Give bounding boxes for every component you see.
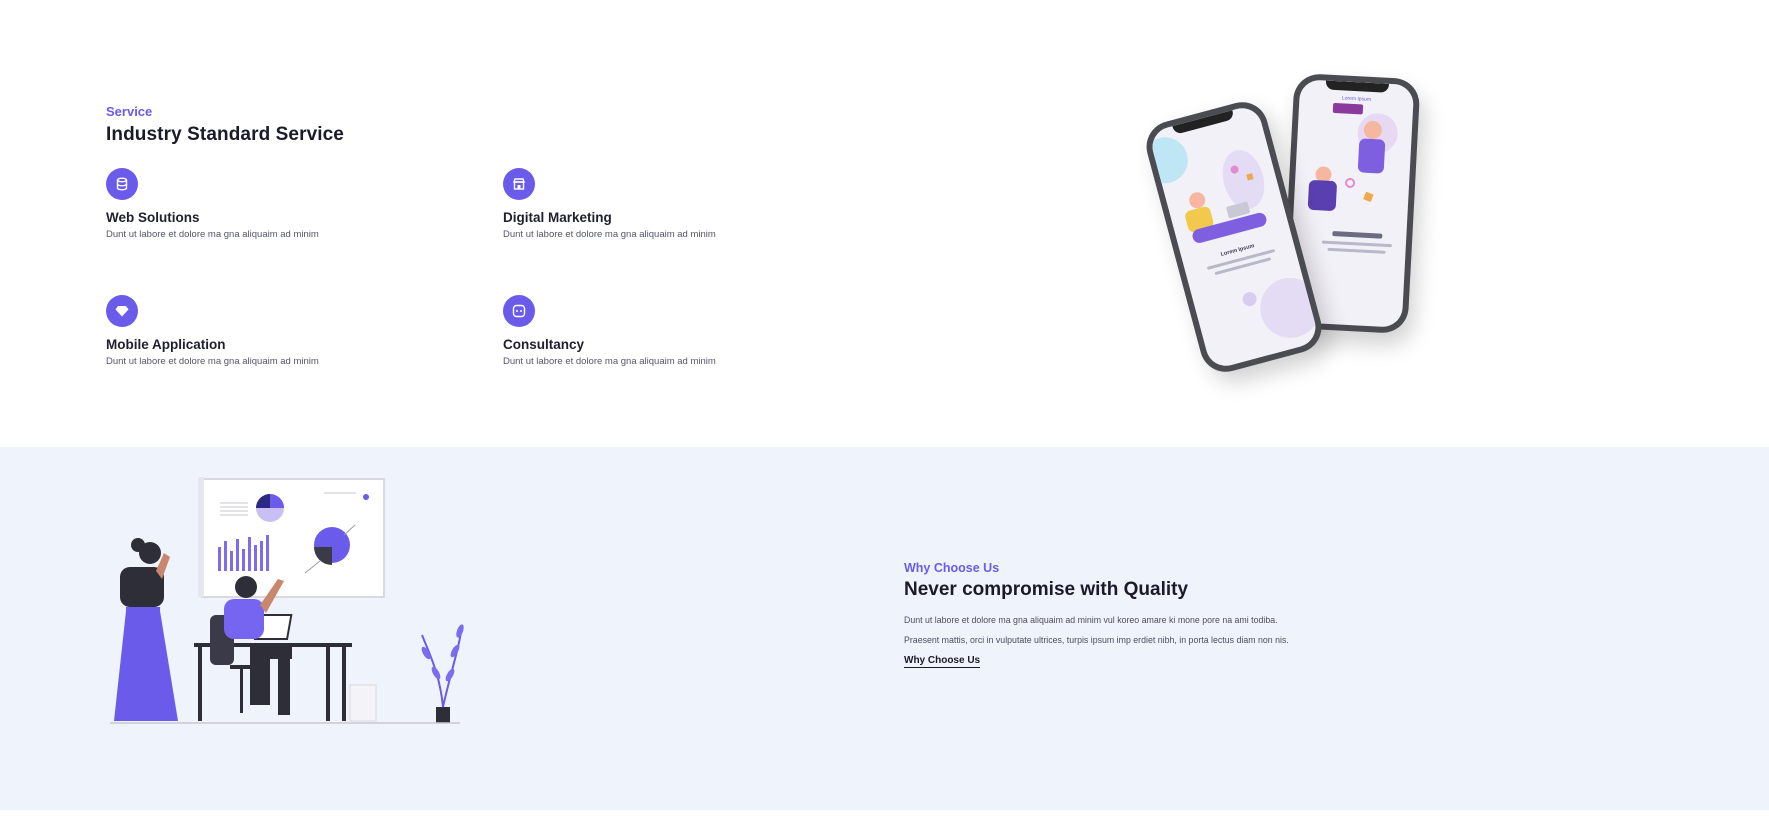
why-content: Why Choose Us Never compromise with Qual… [904, 561, 1289, 668]
why-choose-us-section: Why Choose Us Never compromise with Qual… [0, 447, 1769, 810]
office-illustration [100, 475, 480, 735]
why-title: Never compromise with Quality [904, 579, 1189, 600]
service-item-title: Mobile Application [106, 337, 226, 352]
why-eyebrow: Why Choose Us [904, 561, 1000, 575]
store-icon [503, 168, 535, 200]
service-item-consultancy: Consultancy Dunt ut labore et dolore ma … [503, 295, 883, 367]
service-item-desc: Dunt ut labore et dolore ma gna aliquaim… [106, 229, 319, 240]
why-paragraph-2: Praesent mattis, orci in vulputate ultri… [904, 635, 1289, 645]
service-item-title: Web Solutions [106, 210, 200, 225]
service-item-mobile-application: Mobile Application Dunt ut labore et dol… [106, 295, 486, 367]
database-icon [106, 168, 138, 200]
phones-illustration: Lorem Ipsum Lorem Ipsum [1140, 70, 1421, 390]
service-item-title: Digital Marketing [503, 210, 612, 225]
service-eyebrow: Service [106, 104, 153, 119]
service-section: Service Industry Standard Service Web So… [0, 0, 1769, 447]
service-title: Industry Standard Service [106, 124, 344, 145]
diamond-icon [106, 295, 138, 327]
chat-icon [503, 295, 535, 327]
service-item-title: Consultancy [503, 337, 585, 352]
service-item-desc: Dunt ut labore et dolore ma gna aliquaim… [106, 356, 319, 367]
service-item-desc: Dunt ut labore et dolore ma gna aliquaim… [503, 356, 716, 367]
why-choose-us-link[interactable]: Why Choose Us [904, 655, 981, 668]
service-item-web-solutions: Web Solutions Dunt ut labore et dolore m… [106, 168, 486, 240]
service-item-desc: Dunt ut labore et dolore ma gna aliquaim… [503, 229, 716, 240]
why-paragraph-1: Dunt ut labore et dolore ma gna aliquaim… [904, 615, 1278, 625]
service-item-digital-marketing: Digital Marketing Dunt ut labore et dolo… [503, 168, 883, 240]
